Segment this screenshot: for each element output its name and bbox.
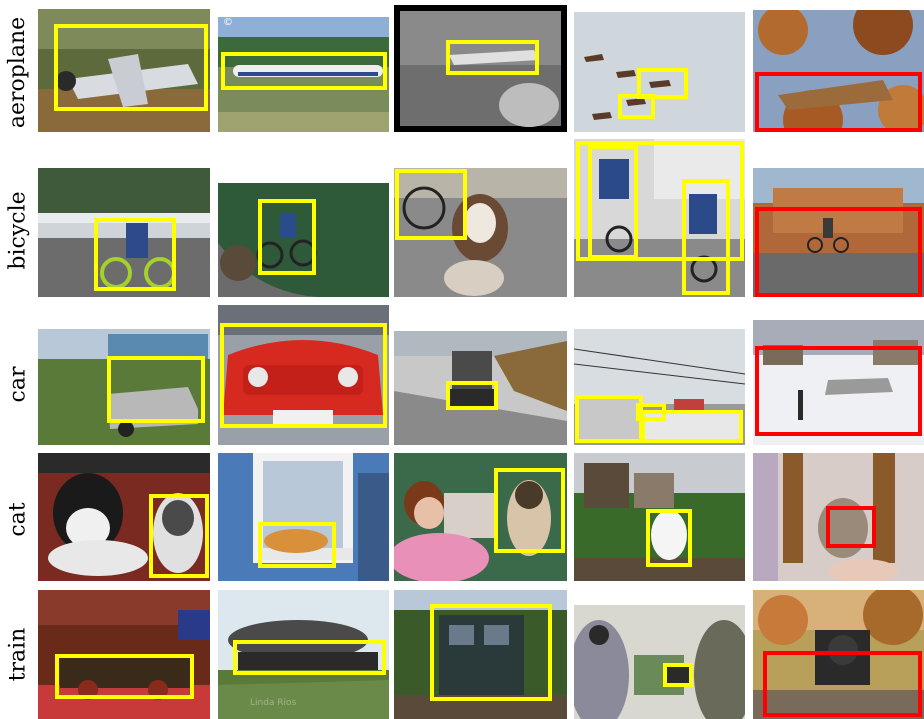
bounding-box-yellow <box>258 522 336 568</box>
bounding-box-yellow <box>258 199 316 275</box>
bounding-box-yellow <box>446 40 539 75</box>
bounding-box-red <box>755 72 922 132</box>
row-label-bicycle: bicycle <box>5 190 31 270</box>
bounding-box-yellow <box>233 640 386 675</box>
bounding-box-yellow <box>588 145 638 259</box>
image-train-5 <box>753 590 924 719</box>
image-train-1 <box>38 590 210 719</box>
image-bicycle-3 <box>394 168 567 297</box>
image-train-2: Linda Rios <box>218 590 389 719</box>
row-label-train: train <box>5 627 31 682</box>
bounding-box-yellow <box>107 356 205 423</box>
image-car-2 <box>218 305 389 445</box>
image-train-4 <box>574 605 745 719</box>
image-car-1 <box>38 329 210 445</box>
image-aeroplane-3 <box>394 5 567 132</box>
bounding-box-yellow <box>430 604 552 701</box>
bounding-box-red <box>826 506 876 548</box>
copyright-icon: © <box>223 17 233 28</box>
bounding-box-yellow <box>395 169 467 240</box>
image-bicycle-4 <box>574 139 745 297</box>
bounding-box-yellow <box>494 468 565 553</box>
bounding-box-yellow <box>94 218 176 291</box>
image-cat-3 <box>394 453 567 581</box>
bounding-box-yellow <box>55 654 194 699</box>
bounding-box-yellow <box>220 323 387 428</box>
image-cat-1 <box>38 453 210 581</box>
image-cat-5 <box>753 453 924 581</box>
image-car-4 <box>574 329 745 445</box>
image-car-3 <box>394 331 567 445</box>
bounding-box-yellow <box>682 179 730 295</box>
bounding-box-yellow <box>54 24 208 111</box>
watermark-text: Linda Rios <box>250 698 297 708</box>
image-cat-4 <box>574 453 745 581</box>
image-bicycle-1 <box>38 168 210 297</box>
bounding-box-yellow <box>663 663 693 687</box>
image-aeroplane-5 <box>753 10 924 132</box>
image-aeroplane-4 <box>574 12 745 132</box>
bounding-box-yellow <box>221 52 387 90</box>
row-label-cat: cat <box>5 501 31 537</box>
bounding-box-yellow <box>636 403 666 421</box>
image-cat-2 <box>218 453 389 581</box>
image-car-5 <box>753 320 924 445</box>
bounding-box-yellow <box>646 509 692 567</box>
bounding-box-yellow <box>446 381 498 410</box>
bounding-box-red <box>763 651 922 717</box>
image-aeroplane-1 <box>38 9 210 132</box>
image-aeroplane-2: © <box>218 17 389 132</box>
row-label-car: car <box>5 366 31 402</box>
image-bicycle-5 <box>753 168 924 297</box>
bounding-box-yellow <box>618 94 655 119</box>
bounding-box-red <box>755 207 922 297</box>
image-train-3 <box>394 590 567 719</box>
bounding-box-red <box>755 346 922 436</box>
image-bicycle-2 <box>218 183 389 297</box>
bounding-box-yellow <box>575 395 643 443</box>
bounding-box-yellow <box>149 494 209 578</box>
row-label-aeroplane: aeroplane <box>5 16 31 128</box>
